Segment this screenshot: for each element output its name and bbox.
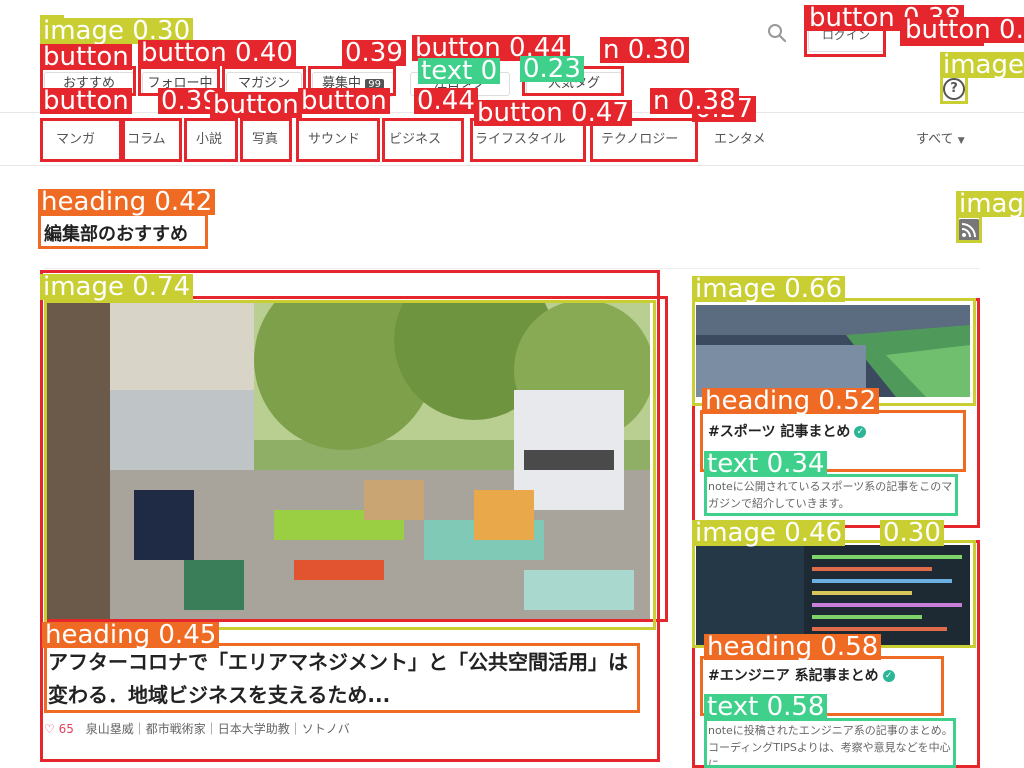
detection-box bbox=[704, 718, 956, 768]
detection-label: 0.39 bbox=[158, 88, 222, 114]
detection-box bbox=[700, 656, 944, 716]
detection-box bbox=[900, 20, 984, 46]
detection-label: n 0.30 bbox=[600, 37, 689, 63]
detection-label: button 0.40 bbox=[138, 40, 296, 66]
detection-box bbox=[44, 643, 640, 713]
detection-label: image 0.66 bbox=[692, 276, 846, 302]
detection-box bbox=[590, 118, 698, 162]
detection-label: 0.27 bbox=[692, 96, 756, 122]
detection-box bbox=[382, 118, 464, 162]
detection-label: 0.39 bbox=[342, 40, 406, 66]
detection-label: 0.23 bbox=[520, 56, 584, 82]
detection-box bbox=[692, 540, 976, 648]
detection-label: image 0.30 bbox=[40, 18, 194, 44]
detection-label: n 0.38 bbox=[650, 88, 739, 114]
detection-label: button bbox=[40, 88, 132, 114]
detection-box bbox=[692, 298, 976, 406]
detection-label: text 0.58 bbox=[704, 694, 828, 720]
detection-label: heading 0.58 bbox=[704, 634, 882, 660]
detection-label: heading 0.45 bbox=[42, 622, 220, 648]
detection-label: button bbox=[298, 88, 390, 114]
detection-box bbox=[804, 5, 886, 57]
detection-box bbox=[122, 118, 182, 162]
detection-box bbox=[40, 15, 64, 45]
detection-label: heading 0.42 bbox=[38, 189, 216, 215]
detection-box bbox=[138, 66, 220, 96]
detection-label: button 0.44 bbox=[412, 35, 570, 61]
detection-box bbox=[240, 118, 292, 162]
detection-label: 0.30 bbox=[880, 520, 944, 546]
detection-box bbox=[40, 66, 136, 96]
detection-box bbox=[40, 118, 122, 162]
detection-box bbox=[956, 215, 982, 243]
detection-label: image bbox=[940, 52, 1024, 78]
detection-box bbox=[44, 296, 668, 622]
detection-box bbox=[40, 270, 660, 762]
detection-label: text 0.34 bbox=[704, 451, 828, 477]
detection-box bbox=[308, 66, 396, 96]
detection-label: image bbox=[956, 191, 1024, 217]
detection-overlay: image 0.30 button button 0.40 0.39 butto… bbox=[0, 0, 1024, 768]
detection-label: button 0.3 bbox=[902, 17, 1024, 43]
detection-box bbox=[38, 213, 208, 249]
detection-box bbox=[700, 410, 966, 472]
detection-label: image 0.46 bbox=[692, 520, 846, 546]
detection-box bbox=[222, 66, 306, 96]
detection-label: text 0 bbox=[418, 58, 501, 84]
detection-box bbox=[44, 300, 656, 630]
detection-box bbox=[692, 540, 980, 768]
detection-label: button bbox=[210, 92, 302, 118]
detection-label: button 0.38 bbox=[806, 5, 964, 31]
detection-label: button 0.47 bbox=[474, 100, 632, 126]
detection-box bbox=[940, 74, 968, 104]
detection-box bbox=[184, 118, 238, 162]
detection-box bbox=[470, 118, 586, 162]
detection-label: image 0.74 bbox=[40, 274, 194, 300]
detection-label: 0.44 bbox=[414, 88, 478, 114]
detection-label: heading 0.52 bbox=[702, 388, 880, 414]
detection-box bbox=[522, 66, 624, 96]
detection-box bbox=[296, 118, 380, 162]
detection-box bbox=[704, 474, 958, 516]
detection-label: button bbox=[40, 44, 132, 70]
detection-box bbox=[692, 298, 980, 528]
